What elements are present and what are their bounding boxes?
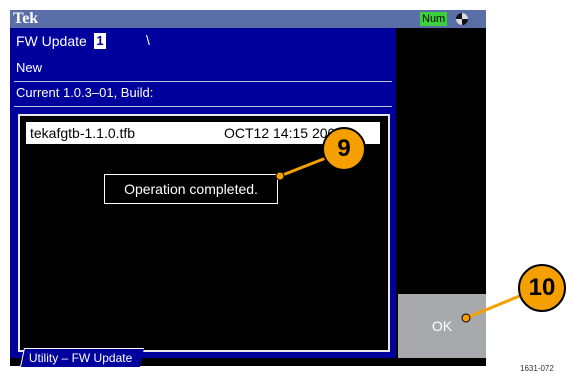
callout-10: 10 [518, 264, 566, 312]
callout-lines [275, 156, 523, 323]
callout-9: 9 [322, 127, 366, 171]
figure-id: 1631-072 [520, 364, 554, 373]
